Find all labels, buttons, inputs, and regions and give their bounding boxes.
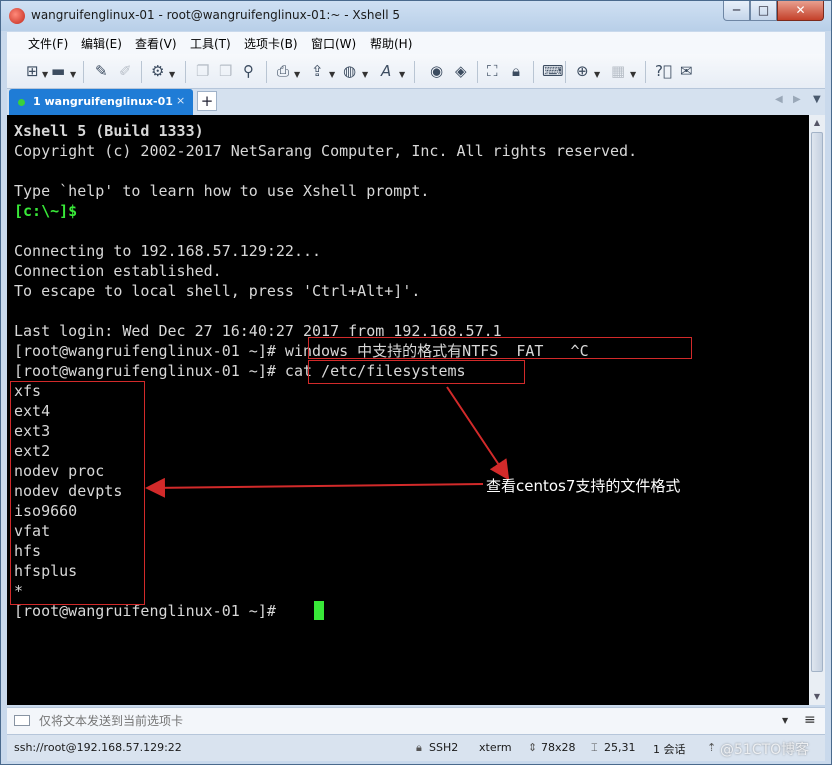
print-icon[interactable]: ⎙	[277, 63, 289, 79]
annotation-arrow-to-command	[446, 386, 510, 481]
chevron-down-icon[interactable]: ▼	[169, 67, 175, 83]
tab-wangruifenglinux-01[interactable]: 1 wangruifenglinux-01 ×	[9, 89, 193, 115]
toolbar-separator	[565, 61, 566, 83]
xftp-icon[interactable]: ◉	[430, 63, 443, 79]
toolbar-separator	[266, 61, 267, 83]
chevron-down-icon[interactable]: ▼	[630, 67, 636, 83]
fullscreen-icon[interactable]: ⛶	[487, 63, 498, 79]
annotation-arrows	[145, 386, 510, 498]
annotation-arrow-to-list	[145, 477, 484, 498]
terminal-type-label: xterm	[479, 741, 512, 754]
lock-icon: 🔒︎	[416, 741, 422, 754]
protocol-label: SSH2	[429, 741, 459, 754]
chevron-down-icon[interactable]: ▼	[70, 67, 76, 83]
tile-windows-icon[interactable]: ▦	[611, 63, 625, 79]
menu-help[interactable]: 帮助(H)	[370, 35, 412, 52]
toolbar-separator	[477, 61, 478, 83]
paste-icon[interactable]: ❒	[219, 63, 232, 79]
menu-tools[interactable]: 工具(T)	[190, 35, 231, 52]
minimize-button[interactable]: ─	[723, 1, 750, 21]
toolbar-separator	[141, 61, 142, 83]
terminal-area[interactable]: Xshell 5 (Build 1333) Copyright (c) 2002…	[7, 115, 809, 705]
window-title: wangruifenglinux-01 - root@wangruifengli…	[31, 8, 400, 22]
open-folder-icon[interactable]: ▬	[51, 63, 65, 79]
menu-bar: 文件(F) 编辑(E) 查看(V) 工具(T) 选项卡(B) 窗口(W) 帮助(…	[7, 32, 825, 54]
session-tab-bar: 1 wangruifenglinux-01 × + ◀ ▶ ▼	[7, 89, 825, 115]
chevron-down-icon[interactable]: ▼	[782, 716, 788, 725]
tab-close-icon[interactable]: ×	[176, 94, 185, 107]
close-window-button[interactable]: ✕	[777, 1, 824, 21]
tab-scroll-right-icon[interactable]: ▶	[793, 94, 801, 105]
globe-icon[interactable]: ◍	[343, 63, 356, 79]
xshell-window: wangruifenglinux-01 - root@wangruifengli…	[0, 0, 832, 765]
transfer-icon[interactable]: ⇪	[311, 63, 324, 79]
title-bar[interactable]: wangruifenglinux-01 - root@wangruifengli…	[1, 1, 831, 31]
toolbar-separator	[185, 61, 186, 83]
properties-icon[interactable]: ⚙	[151, 63, 164, 79]
new-session-icon[interactable]: ⊞	[26, 63, 39, 79]
xmanager-icon[interactable]: ◈	[455, 63, 467, 79]
connect-icon[interactable]: ✎	[95, 63, 108, 79]
annotation-label: 查看centos7支持的文件格式	[486, 477, 681, 495]
chevron-down-icon[interactable]: ▼	[329, 67, 335, 83]
add-tab-icon[interactable]: ⊕	[576, 63, 589, 79]
terminal-scrollbar[interactable]: ▲ ▼	[809, 115, 825, 705]
menu-file[interactable]: 文件(F)	[28, 35, 68, 52]
cursor-position-icon: ⌶	[591, 741, 598, 754]
menu-icon[interactable]: ≡	[804, 713, 816, 727]
compose-input[interactable]	[39, 712, 779, 730]
compose-bar: ▼ ≡	[7, 707, 825, 734]
chevron-down-icon[interactable]: ▼	[594, 67, 600, 83]
toolbar-separator	[83, 61, 84, 83]
xshell-app-icon	[9, 8, 25, 24]
tab-label: 1 wangruifenglinux-01	[33, 95, 173, 108]
chevron-down-icon[interactable]: ▼	[294, 67, 300, 83]
tab-list-dropdown-icon[interactable]: ▼	[813, 94, 821, 105]
scrollbar-thumb[interactable]	[811, 132, 823, 672]
toolbar: ⊞ ▼ ▬ ▼ ✎ ✐ ⚙ ▼ ❐ ❒ ⚲ ⎙ ▼ ⇪ ▼ ◍ ▼ A ▼ ◉ …	[7, 54, 825, 89]
toolbar-separator	[414, 61, 415, 83]
menu-tabs[interactable]: 选项卡(B)	[244, 35, 298, 52]
keyboard-icon[interactable]: ⌨	[542, 63, 564, 79]
menu-view[interactable]: 查看(V)	[135, 35, 177, 52]
menu-window[interactable]: 窗口(W)	[311, 35, 356, 52]
size-icon: ⇕	[528, 741, 538, 754]
disconnect-icon[interactable]: ✐	[119, 63, 132, 79]
scroll-up-icon[interactable]: ⇡	[707, 741, 716, 754]
toolbar-separator	[645, 61, 646, 83]
lock-icon[interactable]: 🔒︎	[512, 63, 520, 79]
chevron-down-icon[interactable]: ▼	[362, 67, 368, 83]
font-icon[interactable]: A	[381, 63, 391, 79]
tab-scroll-left-icon[interactable]: ◀	[775, 94, 783, 105]
chevron-down-icon[interactable]: ▼	[399, 67, 405, 83]
51cto-watermark-logo: @51CTO博客	[720, 742, 810, 758]
compose-keyboard-icon[interactable]	[14, 715, 30, 726]
help-icon[interactable]: ?⃝	[655, 63, 672, 79]
chevron-down-icon[interactable]: ▼	[42, 67, 48, 83]
find-icon[interactable]: ⚲	[243, 63, 254, 79]
copy-icon[interactable]: ❐	[196, 63, 209, 79]
status-bar: ssh://root@192.168.57.129:22 🔒︎ SSH2 xte…	[7, 734, 825, 761]
scroll-down-icon[interactable]: ▼	[809, 689, 825, 705]
maximize-button[interactable]: □	[750, 1, 777, 21]
chat-icon[interactable]: ✉	[680, 63, 693, 79]
scroll-up-icon[interactable]: ▲	[809, 115, 825, 131]
toolbar-separator	[533, 61, 534, 83]
terminal-size-label: 78x28	[541, 741, 576, 754]
connected-status-icon	[18, 99, 25, 106]
menu-edit[interactable]: 编辑(E)	[81, 35, 122, 52]
cursor-position-label: 25,31	[604, 741, 636, 754]
new-tab-button[interactable]: +	[197, 91, 217, 111]
session-count-label: 1 会话	[653, 743, 686, 756]
connection-address: ssh://root@192.168.57.129:22	[14, 741, 182, 754]
